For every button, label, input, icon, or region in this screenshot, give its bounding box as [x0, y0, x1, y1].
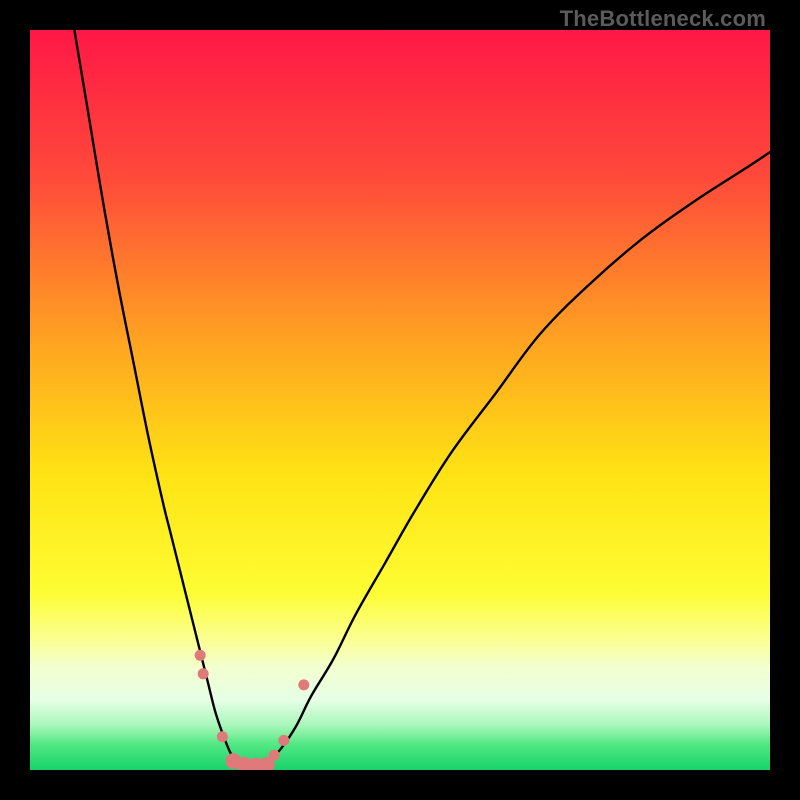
chart-container: TheBottleneck.com — [0, 0, 800, 800]
data-point — [298, 679, 309, 690]
data-point — [278, 735, 289, 746]
watermark-text: TheBottleneck.com — [560, 6, 766, 32]
data-point — [195, 650, 206, 661]
plot-area — [30, 30, 770, 770]
data-point — [217, 731, 228, 742]
data-point — [198, 668, 209, 679]
chart-svg — [30, 30, 770, 770]
data-point — [269, 750, 280, 761]
